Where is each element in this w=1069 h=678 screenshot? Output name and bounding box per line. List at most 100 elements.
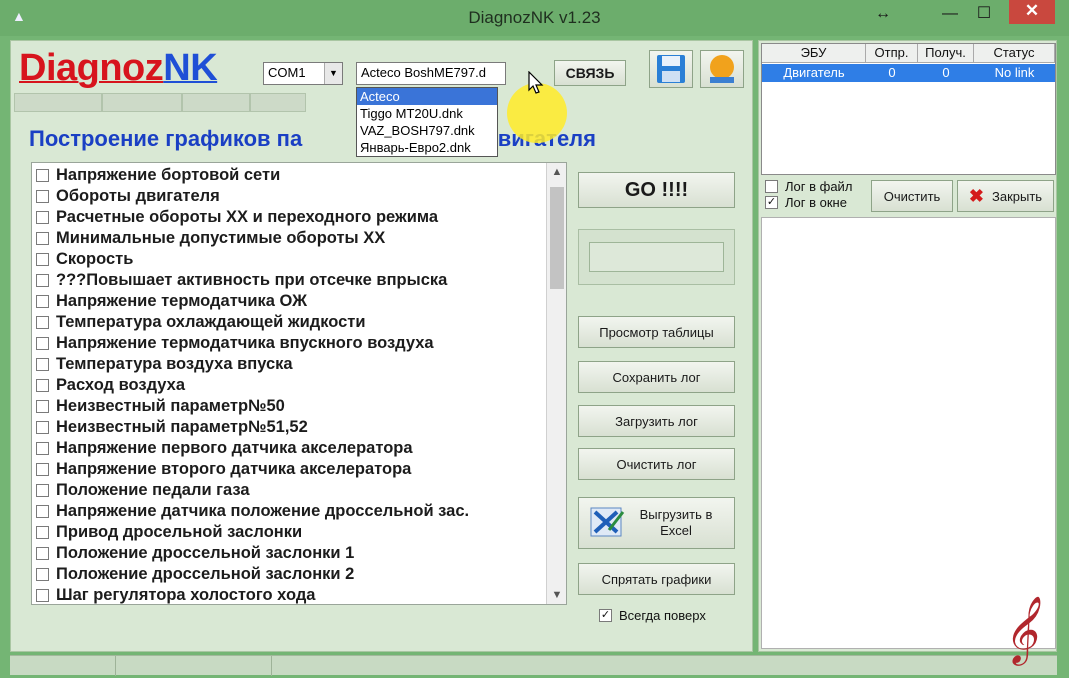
close-window-button[interactable]: ✕: [1009, 0, 1055, 24]
list-item[interactable]: Неизвестный параметр№51,52: [36, 417, 308, 438]
status-segment-2: [116, 656, 272, 676]
list-item[interactable]: Обороты двигателя: [36, 186, 220, 207]
window-title: DiagnozNK v1.23: [468, 8, 601, 27]
list-item[interactable]: Привод дросельной заслонки: [36, 522, 302, 543]
param-label: Положение педали газа: [56, 481, 250, 499]
list-item[interactable]: Напряжение термодатчика ОЖ: [36, 291, 307, 312]
param-checkbox[interactable]: [36, 526, 49, 539]
log-to-window-check[interactable]: ✓: [765, 196, 778, 209]
list-item[interactable]: Скорость: [36, 249, 133, 270]
list-item[interactable]: Напряжение датчика положение дроссельной…: [36, 501, 469, 522]
param-label: Напряжение датчика положение дроссельной…: [56, 502, 470, 520]
col-header-ecu[interactable]: ЭБУ: [762, 44, 866, 63]
save-icon[interactable]: [649, 50, 693, 88]
list-item[interactable]: Напряжение термодатчика впускного воздух…: [36, 333, 434, 354]
clear-log-button[interactable]: Очистить лог: [578, 448, 735, 480]
param-checkbox[interactable]: [36, 589, 49, 602]
resize-icon[interactable]: ↔: [872, 2, 894, 26]
log-to-file-check[interactable]: [765, 180, 778, 193]
chevron-down-icon[interactable]: ▼: [324, 63, 342, 84]
profile-option[interactable]: Acteco BoshME797.dnk: [357, 88, 497, 121]
param-checkbox[interactable]: [36, 358, 49, 371]
list-item[interactable]: Положение педали газа: [36, 480, 250, 501]
profile-option[interactable]: Январь-Евро2.dnk: [357, 139, 497, 156]
param-checkbox[interactable]: [36, 169, 49, 182]
param-label: Обороты двигателя: [56, 187, 220, 205]
param-label: Напряжение бортовой сети: [56, 166, 281, 184]
tab-1[interactable]: [14, 93, 102, 112]
log-panel[interactable]: [761, 217, 1056, 649]
list-item[interactable]: Расчетные обороты ХХ и переходного режим…: [36, 207, 438, 228]
profile-option[interactable]: Tiggo MT20U.dnk: [357, 105, 497, 122]
app-logo: DiagnozNK: [19, 47, 218, 90]
list-item[interactable]: Напряжение первого датчика акселератора: [36, 438, 413, 459]
minimize-button[interactable]: —: [938, 2, 962, 26]
profile-dropdown[interactable]: Acteco BoshME797.dnk Tiggo MT20U.dnk VAZ_B…: [356, 87, 498, 157]
list-item[interactable]: Минимальные допустимые обороты ХХ: [36, 228, 385, 249]
settings-icon[interactable]: [700, 50, 744, 88]
param-checkbox[interactable]: [36, 421, 49, 434]
maximize-button[interactable]: ☐: [972, 2, 996, 26]
param-checkbox[interactable]: [36, 253, 49, 266]
list-item[interactable]: Положение дроссельной заслонки 2: [36, 564, 354, 585]
param-checkbox[interactable]: [36, 547, 49, 560]
profile-select[interactable]: Acteco BoshME797.d: [356, 62, 506, 85]
parameter-list[interactable]: Напряжение бортовой сети Обороты двигател…: [31, 162, 567, 605]
tab-2[interactable]: [102, 93, 182, 112]
always-on-top-check[interactable]: ✓: [599, 609, 612, 622]
param-checkbox[interactable]: [36, 274, 49, 287]
param-checkbox[interactable]: [36, 400, 49, 413]
param-checkbox[interactable]: [36, 505, 49, 518]
param-label: Шаг регулятора холостого хода: [56, 586, 316, 604]
list-scrollbar[interactable]: ▲ ▼: [546, 163, 566, 604]
param-checkbox[interactable]: [36, 484, 49, 497]
log-to-file-checkbox[interactable]: Лог в файл: [765, 179, 852, 194]
hide-graphs-button[interactable]: Спрятать графики: [578, 563, 735, 595]
list-item[interactable]: Напряжение бортовой сети: [36, 165, 280, 186]
param-checkbox[interactable]: [36, 190, 49, 203]
param-checkbox[interactable]: [36, 463, 49, 476]
port-select[interactable]: COM1 ▼: [263, 62, 343, 85]
param-checkbox[interactable]: [36, 568, 49, 581]
always-on-top-checkbox[interactable]: ✓ Всегда поверх: [599, 608, 706, 623]
list-item[interactable]: Температура охлаждающей жидкости: [36, 312, 366, 333]
status-segment-1: [10, 656, 116, 676]
param-checkbox[interactable]: [36, 211, 49, 224]
log-to-file-label: Лог в файл: [785, 179, 853, 194]
param-label: Температура охлаждающей жидкости: [56, 313, 366, 331]
list-item[interactable]: Положение дроссельной заслонки 1: [36, 543, 354, 564]
col-header-received[interactable]: Получ.: [918, 44, 974, 63]
view-table-button[interactable]: Просмотр таблицы: [578, 316, 735, 348]
scroll-thumb[interactable]: [550, 187, 564, 289]
tab-3[interactable]: [182, 93, 250, 112]
scroll-down-icon[interactable]: ▼: [547, 586, 566, 604]
list-item[interactable]: Напряжение второго датчика акселератора: [36, 459, 411, 480]
load-log-button[interactable]: Загрузить лог: [578, 405, 735, 437]
param-label: Расход воздуха: [56, 376, 186, 394]
connect-button[interactable]: СВЯЗЬ: [554, 60, 626, 86]
param-checkbox[interactable]: [36, 295, 49, 308]
clear-button[interactable]: Очистить: [871, 180, 953, 212]
col-header-sent[interactable]: Отпр.: [866, 44, 918, 63]
list-item[interactable]: Неизвестный параметр№50: [36, 396, 285, 417]
list-item[interactable]: Шаг регулятора холостого хода: [36, 585, 316, 604]
list-item[interactable]: Расход воздуха: [36, 375, 185, 396]
list-item[interactable]: Температура воздуха впуска: [36, 354, 293, 375]
col-header-status[interactable]: Статус: [974, 44, 1055, 63]
log-to-window-checkbox[interactable]: ✓ Лог в окне: [765, 195, 847, 210]
param-checkbox[interactable]: [36, 337, 49, 350]
close-button[interactable]: ✖ Закрыть: [957, 180, 1054, 212]
profile-option[interactable]: VAZ_BOSH797.dnk: [357, 122, 497, 139]
param-checkbox[interactable]: [36, 316, 49, 329]
param-checkbox[interactable]: [36, 232, 49, 245]
param-checkbox[interactable]: [36, 442, 49, 455]
param-checkbox[interactable]: [36, 379, 49, 392]
table-row[interactable]: Двигатель 0 0 No link: [762, 64, 1055, 82]
tab-4[interactable]: [250, 93, 306, 112]
export-excel-button[interactable]: Выгрузить в Excel: [578, 497, 735, 549]
list-item[interactable]: ???Повышает активность при отсечке впрыс…: [36, 270, 447, 291]
value-display: [589, 242, 724, 272]
save-log-button[interactable]: Сохранить лог: [578, 361, 735, 393]
scroll-up-icon[interactable]: ▲: [547, 163, 566, 181]
go-button[interactable]: GO !!!!: [578, 172, 735, 208]
